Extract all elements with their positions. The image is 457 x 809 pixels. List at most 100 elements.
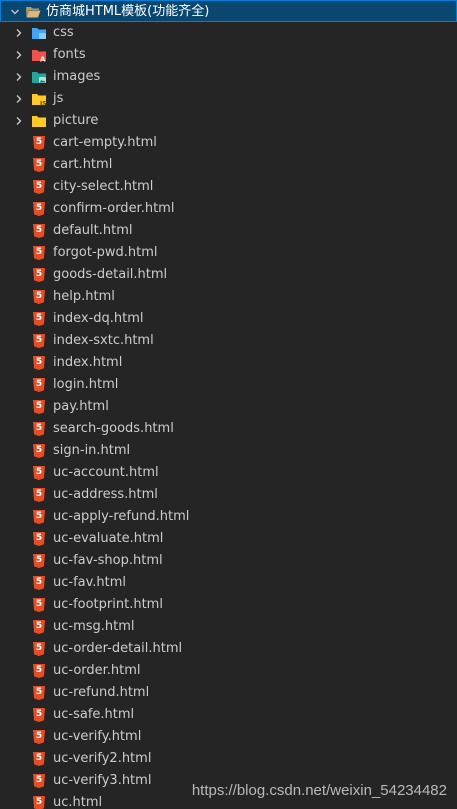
- file-row[interactable]: index-dq.html: [0, 308, 457, 330]
- html5-icon: [31, 663, 47, 679]
- folder-row-images[interactable]: images: [0, 66, 457, 88]
- file-row[interactable]: uc-safe.html: [0, 704, 457, 726]
- html5-icon: [31, 531, 47, 547]
- file-row[interactable]: default.html: [0, 220, 457, 242]
- chevron-right-icon[interactable]: [11, 88, 27, 110]
- file-row[interactable]: index.html: [0, 352, 457, 374]
- file-label: login.html: [53, 377, 119, 392]
- watermark: https://blog.csdn.net/weixin_54234482: [191, 782, 447, 799]
- file-row[interactable]: uc-verify2.html: [0, 748, 457, 770]
- folder-label: picture: [53, 113, 99, 128]
- html5-icon: [31, 179, 47, 195]
- chevron-right-icon[interactable]: [11, 44, 27, 66]
- html5-icon: [31, 619, 47, 635]
- file-row[interactable]: uc-order.html: [0, 660, 457, 682]
- file-row[interactable]: uc-account.html: [0, 462, 457, 484]
- html5-icon: [31, 509, 47, 525]
- file-label: uc-msg.html: [53, 619, 135, 634]
- chevron-down-icon[interactable]: [7, 1, 23, 23]
- folder-row-js[interactable]: JS js: [0, 88, 457, 110]
- file-label: uc-address.html: [53, 487, 158, 502]
- html5-icon: [31, 707, 47, 723]
- file-row[interactable]: cart-empty.html: [0, 132, 457, 154]
- folder-label: fonts: [53, 47, 86, 62]
- html5-icon: [31, 135, 47, 151]
- file-row[interactable]: uc-msg.html: [0, 616, 457, 638]
- file-row[interactable]: city-select.html: [0, 176, 457, 198]
- file-label: uc-verify2.html: [53, 751, 152, 766]
- root-folder-label: 仿商城HTML模板(功能齐全): [46, 4, 210, 19]
- file-row[interactable]: help.html: [0, 286, 457, 308]
- file-label: search-goods.html: [53, 421, 174, 436]
- svg-text:JS: JS: [39, 101, 47, 107]
- html5-icon: [31, 377, 47, 393]
- chevron-right-icon[interactable]: [11, 22, 27, 44]
- file-label: uc-safe.html: [53, 707, 135, 722]
- file-label: city-select.html: [53, 179, 154, 194]
- html5-icon: [31, 201, 47, 217]
- html5-icon: [31, 443, 47, 459]
- images-folder-icon: [31, 69, 47, 85]
- file-label: cart-empty.html: [53, 135, 157, 150]
- file-row[interactable]: uc-evaluate.html: [0, 528, 457, 550]
- html5-icon: [31, 355, 47, 371]
- html5-icon: [31, 597, 47, 613]
- chevron-right-icon[interactable]: [11, 66, 27, 88]
- html5-icon: [31, 641, 47, 657]
- file-row[interactable]: sign-in.html: [0, 440, 457, 462]
- folder-row-picture[interactable]: picture: [0, 110, 457, 132]
- chevron-right-icon[interactable]: [11, 110, 27, 132]
- file-label: uc-verify.html: [53, 729, 142, 744]
- html5-icon: [31, 729, 47, 745]
- file-row[interactable]: uc-refund.html: [0, 682, 457, 704]
- css-folder-icon: [31, 25, 47, 41]
- html5-icon: [31, 289, 47, 305]
- file-row[interactable]: pay.html: [0, 396, 457, 418]
- html5-icon: [31, 685, 47, 701]
- html5-icon: [31, 267, 47, 283]
- file-row[interactable]: uc-apply-refund.html: [0, 506, 457, 528]
- file-row[interactable]: index-sxtc.html: [0, 330, 457, 352]
- html5-icon: [31, 487, 47, 503]
- folder-label: css: [53, 25, 74, 40]
- html5-icon: [31, 795, 47, 809]
- file-label: uc-verify3.html: [53, 773, 152, 788]
- html5-icon: [31, 575, 47, 591]
- file-label: uc-order.html: [53, 663, 141, 678]
- file-label: uc-fav.html: [53, 575, 127, 590]
- folder-label: images: [53, 69, 101, 84]
- html5-icon: [31, 245, 47, 261]
- file-label: uc-account.html: [53, 465, 159, 480]
- file-label: uc.html: [53, 795, 103, 809]
- html5-icon: [31, 553, 47, 569]
- html5-icon: [31, 223, 47, 239]
- file-label: index-dq.html: [53, 311, 144, 326]
- file-label: confirm-order.html: [53, 201, 175, 216]
- folder-row-fonts[interactable]: Afonts: [0, 44, 457, 66]
- file-row[interactable]: uc-verify.html: [0, 726, 457, 748]
- file-row[interactable]: confirm-order.html: [0, 198, 457, 220]
- file-row[interactable]: uc-address.html: [0, 484, 457, 506]
- file-label: uc-apply-refund.html: [53, 509, 190, 524]
- file-row[interactable]: search-goods.html: [0, 418, 457, 440]
- file-row[interactable]: goods-detail.html: [0, 264, 457, 286]
- file-row[interactable]: uc-footprint.html: [0, 594, 457, 616]
- file-row[interactable]: forgot-pwd.html: [0, 242, 457, 264]
- html5-icon: [31, 465, 47, 481]
- file-list: cart-empty.html cart.html city-select.html…: [0, 132, 457, 809]
- root-folder-row[interactable]: 仿商城HTML模板(功能齐全): [0, 0, 457, 22]
- folder-row-css[interactable]: css: [0, 22, 457, 44]
- file-row[interactable]: uc-order-detail.html: [0, 638, 457, 660]
- file-label: sign-in.html: [53, 443, 131, 458]
- explorer-tree: 仿商城HTML模板(功能齐全) css Afonts images JS js pictu…: [0, 0, 457, 809]
- file-row[interactable]: login.html: [0, 374, 457, 396]
- file-label: index.html: [53, 355, 123, 370]
- file-label: uc-fav-shop.html: [53, 553, 163, 568]
- file-row[interactable]: cart.html: [0, 154, 457, 176]
- svg-text:A: A: [40, 56, 46, 63]
- file-row[interactable]: uc-fav-shop.html: [0, 550, 457, 572]
- folder-icon: [31, 113, 47, 129]
- file-label: default.html: [53, 223, 133, 238]
- file-label: index-sxtc.html: [53, 333, 154, 348]
- file-row[interactable]: uc-fav.html: [0, 572, 457, 594]
